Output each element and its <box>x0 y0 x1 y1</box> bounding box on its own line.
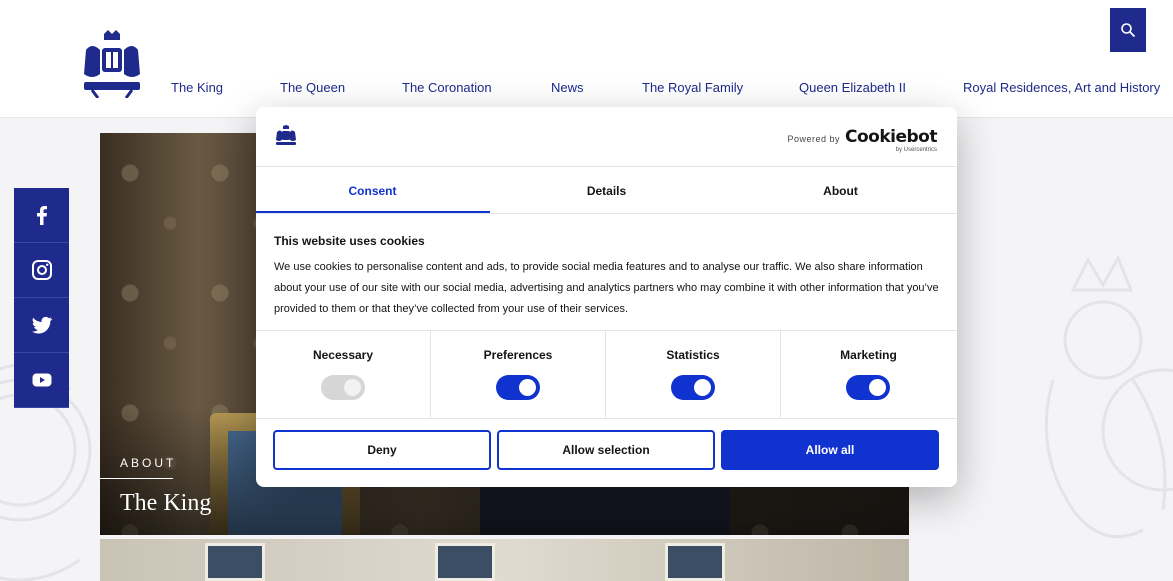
hero-divider <box>100 478 173 479</box>
nav-item-queen-elizabeth-ii[interactable]: Queen Elizabeth II <box>799 80 906 95</box>
twitter-button[interactable] <box>14 298 69 353</box>
cookiebot-logo-text: Cookiebot <box>845 127 937 147</box>
nav-item-the-coronation[interactable]: The Coronation <box>402 80 492 95</box>
category-necessary: Necessary <box>256 331 431 418</box>
facebook-button[interactable] <box>14 188 69 243</box>
background-crest-right <box>1013 230 1173 580</box>
deny-button[interactable]: Deny <box>273 430 491 470</box>
building-window <box>665 543 725 581</box>
marketing-toggle[interactable] <box>846 375 890 400</box>
category-statistics: Statistics <box>606 331 781 418</box>
facebook-icon <box>36 206 47 225</box>
tabs-divider <box>256 213 957 214</box>
powered-by-label: Powered by <box>787 134 841 144</box>
nav-item-the-royal-family[interactable]: The Royal Family <box>642 80 743 95</box>
nav-item-royal-residences[interactable]: Royal Residences, Art and History <box>963 80 1160 95</box>
allow-selection-button[interactable]: Allow selection <box>497 430 715 470</box>
hero-eyebrow-label: ABOUT <box>120 456 177 470</box>
tab-consent[interactable]: Consent <box>256 167 489 214</box>
toggle-knob <box>869 379 886 396</box>
toggle-knob <box>344 379 361 396</box>
cookie-tabs: Consent Details About <box>256 167 957 214</box>
tab-details[interactable]: Details <box>490 167 723 214</box>
instagram-icon <box>31 260 52 280</box>
category-label: Necessary <box>312 348 374 362</box>
social-sidebar <box>14 188 69 408</box>
twitter-icon <box>31 316 52 334</box>
allow-all-button[interactable]: Allow all <box>721 430 939 470</box>
site-header: The King The Queen The Coronation News T… <box>0 0 1173 118</box>
categories-divider <box>256 418 957 419</box>
hero-title[interactable]: The King <box>120 490 211 517</box>
tab-about[interactable]: About <box>724 167 957 214</box>
main-navigation: The King The Queen The Coronation News T… <box>0 80 1173 100</box>
preferences-toggle[interactable] <box>496 375 540 400</box>
building-window <box>205 543 265 581</box>
toggle-knob <box>694 379 711 396</box>
secondary-image-strip[interactable] <box>100 539 909 581</box>
category-marketing: Marketing <box>781 331 956 418</box>
nav-item-news[interactable]: News <box>551 80 584 95</box>
nav-item-the-queen[interactable]: The Queen <box>280 80 345 95</box>
toggle-knob <box>519 379 536 396</box>
search-button[interactable] <box>1110 8 1146 52</box>
cookie-description: We use cookies to personalise content an… <box>274 261 939 315</box>
necessary-toggle <box>321 375 365 400</box>
building-window <box>435 543 495 581</box>
cookiebot-sub-label: by Usercentrics <box>895 147 937 153</box>
category-label: Preferences <box>483 348 553 362</box>
cookie-heading: This website uses cookies <box>274 234 425 248</box>
cookie-categories: Necessary Preferences Statistics Marketi… <box>256 331 957 418</box>
youtube-button[interactable] <box>14 353 69 408</box>
powered-by-cookiebot[interactable]: Powered by Cookiebot by Usercentrics <box>787 127 937 153</box>
youtube-icon <box>32 373 51 387</box>
category-preferences: Preferences <box>431 331 606 418</box>
royal-crest-icon <box>275 125 297 147</box>
category-label: Marketing <box>840 348 897 362</box>
category-label: Statistics <box>666 348 720 362</box>
statistics-toggle[interactable] <box>671 375 715 400</box>
search-icon <box>1121 23 1136 38</box>
nav-item-the-king[interactable]: The King <box>171 80 223 95</box>
cookie-consent-dialog: Powered by Cookiebot by Usercentrics Con… <box>256 107 957 487</box>
instagram-button[interactable] <box>14 243 69 298</box>
